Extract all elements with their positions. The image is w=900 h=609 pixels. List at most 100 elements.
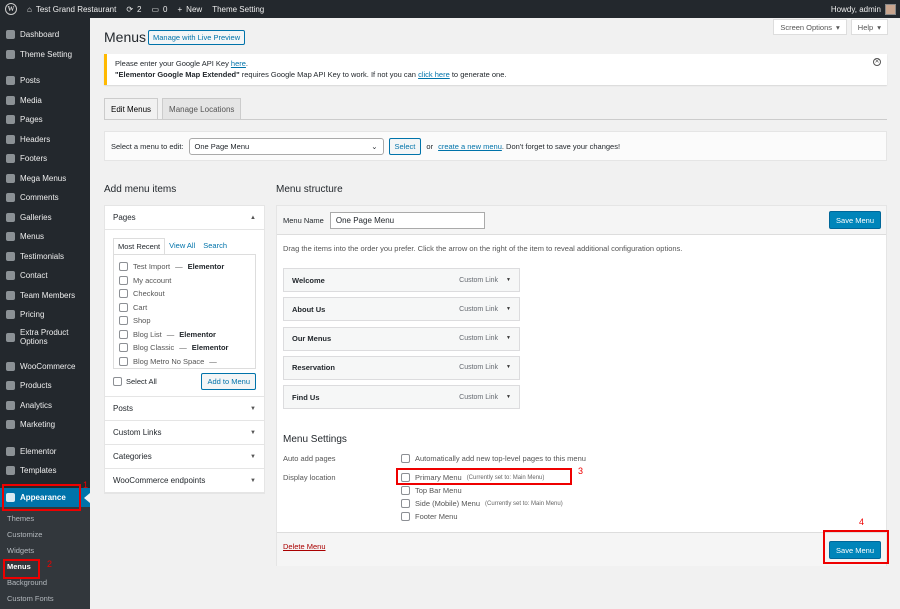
sidebar-item-footers[interactable]: Footers — [0, 149, 90, 169]
api-key-here-link[interactable]: here — [231, 59, 246, 68]
sidebar-item-dashboard[interactable]: Dashboard — [0, 25, 90, 45]
page-checkbox-item[interactable]: Blog Metro No Space — — [119, 355, 250, 369]
sidebar-item-team-members[interactable]: Team Members — [0, 286, 90, 306]
add-items-accordion: Pages ▲ Most Recent View All Search Test … — [104, 205, 265, 494]
sidebar-item-media[interactable]: Media — [0, 91, 90, 111]
menu-item[interactable]: About Us Custom Link ▼ — [283, 297, 520, 322]
sidebar-item-mega-menus[interactable]: Mega Menus — [0, 169, 90, 189]
annotation-box-primary-menu — [396, 468, 572, 485]
page-checkbox-item[interactable]: Cart — [119, 301, 250, 315]
sidebar-item-pages[interactable]: Pages — [0, 110, 90, 130]
posts-section-header[interactable]: Posts ▼ — [105, 397, 264, 421]
submenu-themes[interactable]: Themes — [0, 510, 90, 526]
create-new-menu-link[interactable]: create a new menu — [438, 142, 502, 151]
sidebar-item-galleries[interactable]: Galleries — [0, 208, 90, 228]
help-button[interactable]: Help ▾ — [850, 19, 888, 35]
categories-section-header[interactable]: Categories ▼ — [105, 445, 264, 469]
sidebar-item-marketing[interactable]: Marketing — [0, 415, 90, 435]
display-location-checkbox[interactable]: Top Bar Menu — [401, 486, 462, 495]
annotation-box-menus — [3, 559, 40, 579]
sidebar-item-pricing[interactable]: Pricing — [0, 305, 90, 325]
menu-item[interactable]: Our Menus Custom Link ▼ — [283, 326, 520, 351]
delete-menu-link[interactable]: Delete Menu — [283, 542, 326, 551]
custom-links-section-header[interactable]: Custom Links ▼ — [105, 421, 264, 445]
comment-icon — [6, 193, 15, 203]
sidebar-item-extra-product-options[interactable]: Extra Product Options — [0, 325, 90, 350]
sidebar-item-products[interactable]: Products — [0, 376, 90, 396]
menu-name-input[interactable]: One Page Menu — [329, 211, 485, 229]
sidebar-item-contact[interactable]: Contact — [0, 266, 90, 286]
page-checkbox-item[interactable]: Checkout — [119, 287, 250, 301]
display-location-checkbox[interactable]: Side (Mobile) Menu (Currently set to: Mai… — [401, 499, 563, 508]
admin-bar: W ⌂ Test Grand Restaurant ⟳ 2 ▭ 0 + New Them… — [0, 0, 900, 18]
sidebar-item-testimonials[interactable]: Testimonials — [0, 247, 90, 267]
menu-item[interactable]: Find Us Custom Link ▼ — [283, 385, 520, 410]
admin-sidebar: Dashboard Theme Setting Posts Media Page… — [0, 18, 90, 609]
page-checkbox-item[interactable]: Blog Classic — Elementor — [119, 341, 250, 355]
refresh-icon: ⟳ — [126, 4, 134, 14]
expand-arrow-icon[interactable]: ▼ — [506, 364, 511, 371]
site-name-link[interactable]: ⌂ Test Grand Restaurant — [22, 0, 121, 18]
tab-manage-locations[interactable]: Manage Locations — [162, 98, 242, 119]
menu-structure-heading: Menu structure — [276, 184, 343, 195]
sidebar-item-templates[interactable]: Templates — [0, 461, 90, 481]
tab-view-all[interactable]: View All — [165, 238, 199, 254]
select-all-checkbox[interactable]: Select All — [113, 377, 157, 386]
gear-icon — [6, 49, 15, 59]
tab-most-recent[interactable]: Most Recent — [113, 238, 166, 254]
sidebar-item-menus[interactable]: Menus — [0, 227, 90, 247]
submenu-widgets[interactable]: Widgets — [0, 542, 90, 558]
auto-add-checkbox[interactable]: Automatically add new top-level pages to… — [401, 454, 586, 463]
click-here-link[interactable]: click here — [418, 70, 450, 79]
annotation-number-3: 3 — [578, 466, 584, 476]
caret-down-icon: ▾ — [836, 22, 840, 32]
tab-edit-menus[interactable]: Edit Menus — [104, 98, 159, 119]
sidebar-item-theme-setting[interactable]: Theme Setting — [0, 45, 90, 65]
expand-arrow-icon[interactable]: ▼ — [506, 335, 511, 342]
caret-up-icon: ▲ — [250, 214, 256, 221]
account-menu[interactable]: Howdy, admin — [831, 3, 900, 15]
dismiss-icon[interactable]: ✕ — [873, 58, 881, 66]
sidebar-item-posts[interactable]: Posts — [0, 71, 90, 91]
sidebar-item-woocommerce[interactable]: WooCommerce — [0, 357, 90, 377]
tab-search[interactable]: Search — [199, 238, 231, 254]
home-icon: ⌂ — [27, 4, 32, 14]
submenu-customize[interactable]: Customize — [0, 526, 90, 542]
add-to-menu-button[interactable]: Add to Menu — [201, 373, 256, 390]
page-checkbox-item[interactable]: My account — [119, 274, 250, 288]
sidebar-item-comments[interactable]: Comments — [0, 188, 90, 208]
submenu-custom-fonts[interactable]: Custom Fonts — [0, 590, 90, 606]
pages-section-body: Most Recent View All Search Test Import —… — [105, 230, 264, 397]
expand-arrow-icon[interactable]: ▼ — [506, 277, 511, 284]
menu-item[interactable]: Welcome Custom Link ▼ — [283, 268, 520, 292]
expand-arrow-icon[interactable]: ▼ — [506, 394, 511, 401]
pages-section-header[interactable]: Pages ▲ — [105, 206, 264, 230]
select-button[interactable]: Select — [388, 137, 422, 155]
page-checkbox-item[interactable]: Shop — [119, 314, 250, 328]
comments-link[interactable]: ▭ 0 — [146, 0, 172, 18]
menu-name-bar: Menu Name One Page Menu Save Menu — [277, 206, 886, 235]
screen-meta-links: Screen Options ▾ Help ▾ — [773, 19, 888, 35]
sidebar-item-elementor[interactable]: Elementor — [0, 442, 90, 462]
theme-setting-link[interactable]: Theme Setting — [207, 0, 269, 18]
save-menu-button-top[interactable]: Save Menu — [829, 211, 881, 229]
page-checkbox-item[interactable]: Test Import — Elementor — [119, 260, 250, 274]
display-location-checkbox[interactable]: Footer Menu — [401, 512, 458, 521]
menu-icon — [6, 232, 15, 242]
updates-link[interactable]: ⟳ 2 — [121, 0, 146, 18]
sidebar-item-analytics[interactable]: Analytics — [0, 396, 90, 416]
menu-item[interactable]: Reservation Custom Link ▼ — [283, 355, 520, 380]
manage-live-preview-button[interactable]: Manage with Live Preview — [148, 30, 246, 45]
sidebar-item-headers[interactable]: Headers — [0, 130, 90, 150]
products-icon — [6, 381, 15, 391]
page-checkbox-item[interactable]: Blog List — Elementor — [119, 328, 250, 342]
caret-down-icon: ▼ — [250, 429, 256, 436]
mega-menu-icon — [6, 173, 15, 183]
woocommerce-endpoints-section-header[interactable]: WooCommerce endpoints ▼ — [105, 469, 264, 493]
menu-select-dropdown[interactable]: One Page Menu ⌄ — [188, 137, 384, 155]
wordpress-logo-button[interactable]: W — [0, 0, 22, 18]
screen-options-button[interactable]: Screen Options ▾ — [773, 19, 847, 35]
expand-arrow-icon[interactable]: ▼ — [506, 306, 511, 313]
annotation-box-appearance — [2, 484, 81, 511]
new-content-link[interactable]: + New — [173, 0, 208, 18]
